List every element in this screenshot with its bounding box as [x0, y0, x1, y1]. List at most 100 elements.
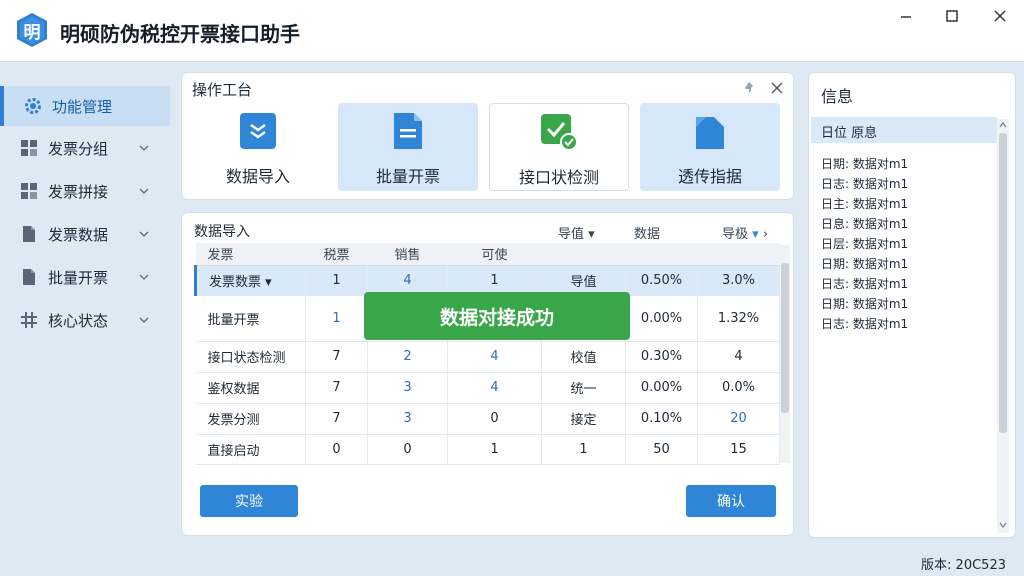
maximize-button[interactable] [938, 5, 966, 27]
table-cell: 0.0% [697, 372, 780, 404]
column-header[interactable]: 销售 [367, 243, 448, 266]
table-cell: 1 [305, 295, 368, 342]
table-cell: 7 [305, 403, 368, 435]
sidebar-item-label: 发票数据 [48, 225, 109, 244]
table-cell: 1 [541, 434, 626, 465]
column-header[interactable] [541, 243, 626, 266]
document-icon [23, 269, 35, 285]
table-row[interactable]: 发票分测 7 3 0 接定 0.10% 20 [195, 403, 780, 435]
table-row[interactable]: 鉴权数据 7 3 4 统一 0.00% 0.0% [195, 372, 780, 404]
scroll-up-icon[interactable] [999, 121, 1007, 129]
sidebar-item-invoice-splice[interactable]: 发票拼接 [0, 171, 170, 211]
sidebar-item-label: 功能管理 [52, 97, 113, 116]
sidebar-item-invoice-data[interactable]: 发票数据 [0, 214, 170, 254]
app-title: 明硕防伪税控开票接口助手 [60, 22, 300, 46]
table-cell: 0.50% [625, 265, 698, 296]
log-line: 日志: 数据对m1 [821, 317, 909, 331]
log-line: 日息: 数据对m1 [821, 217, 909, 231]
column-header[interactable]: 税票 [305, 243, 368, 266]
table-header-row: 发票 税票 销售 可使 [195, 243, 780, 266]
table-scrollbar[interactable] [780, 245, 790, 463]
table-cell: 3 [367, 372, 448, 404]
grid-icon [21, 140, 37, 156]
table-cell: 15 [697, 434, 780, 465]
pin-icon[interactable] [742, 81, 756, 95]
table-row[interactable]: 直接启动 0 0 1 1 50 15 [195, 434, 780, 465]
column-header[interactable] [625, 243, 698, 266]
sidebar-item-label: 发票分组 [48, 139, 109, 158]
info-panel-title: 信息 [821, 87, 854, 106]
info-scrollbar[interactable] [997, 119, 1009, 533]
chevron-down-icon [139, 145, 149, 151]
filter-dropdown-1[interactable]: 导值 ▾ [558, 223, 595, 242]
document-icon [23, 226, 35, 242]
table-panel-title: 数据导入 [194, 224, 250, 240]
info-panel: 信息 日位 原息 日期: 数据对m1 日志: 数据对m1 日主: 数据对m1 日… [808, 72, 1016, 538]
log-line: 日志: 数据对m1 [821, 177, 909, 191]
toolbox-title: 操作工台 [192, 81, 253, 99]
close-icon[interactable] [770, 81, 784, 95]
table-cell: 0.30% [625, 341, 698, 373]
chevron-down-icon [139, 188, 149, 194]
experiment-button[interactable]: 实验 [200, 485, 298, 517]
table-cell: 1 [305, 265, 368, 296]
table-cell: 2 [367, 341, 448, 373]
minimize-icon [901, 16, 911, 18]
confirm-button[interactable]: 确认 [686, 485, 776, 517]
version-label: 版本: 20C523 [921, 558, 1006, 573]
scrollbar-thumb[interactable] [781, 263, 789, 413]
interface-check-button[interactable]: 接口状检测 [489, 103, 629, 191]
table-cell: 3.0% [697, 265, 780, 296]
tool-button-label: 接口状检测 [518, 168, 599, 187]
table-cell: 0.10% [625, 403, 698, 435]
filter-data[interactable]: 数据 [634, 223, 660, 242]
minimize-button[interactable] [892, 5, 920, 27]
sidebar-item-function-management[interactable]: 功能管理 [0, 86, 170, 126]
transparent-data-button[interactable]: 透传指据 [640, 103, 780, 191]
filter-label: 导值 [558, 227, 585, 242]
chevron-down-icon [139, 274, 149, 280]
table-cell: 0.00% [625, 295, 698, 342]
table-cell: 4 [367, 265, 448, 296]
tool-button-label: 数据导入 [225, 167, 290, 186]
log-line: 日主: 数据对m1 [821, 197, 909, 211]
grid-icon [21, 183, 37, 199]
close-button[interactable] [986, 5, 1014, 27]
check-icon [541, 114, 577, 150]
sidebar-item-batch-invoice[interactable]: 批量开票 [0, 257, 170, 297]
maximize-icon [946, 10, 958, 22]
log-line: 日层: 数据对m1 [821, 237, 909, 251]
import-icon [240, 113, 276, 149]
scrollbar-thumb[interactable] [999, 133, 1007, 433]
table-row[interactable]: 接口状态检测 7 2 4 校值 0.30% 4 [195, 341, 780, 373]
sidebar-item-label: 发票拼接 [48, 182, 109, 201]
table-cell: 1 [447, 265, 542, 296]
app-logo-icon: 明 [16, 12, 48, 48]
table-cell: 4 [447, 341, 542, 373]
sidebar-item-core-status[interactable]: 核心状态 [0, 300, 170, 340]
sidebar: 功能管理 发票分组 发票拼接 发票数据 批量开票 核心状态 [0, 80, 170, 550]
sidebar-item-invoice-group[interactable]: 发票分组 [0, 128, 170, 168]
table-cell: 鉴权数据 [195, 372, 306, 404]
column-header[interactable]: 发票 [195, 243, 306, 266]
scroll-down-icon[interactable] [999, 521, 1007, 529]
table-cell: 1 [447, 434, 542, 465]
toolbox-panel: 操作工台 数据导入 批量开票 接口状检测 透传指据 [181, 72, 794, 200]
table-cell: 接定 [541, 403, 626, 435]
log-line: 日期: 数据对m1 [821, 157, 909, 171]
table-cell: 发票分测 [195, 403, 306, 435]
log-line: 日志: 数据对m1 [821, 277, 909, 291]
column-header[interactable]: 可使 [447, 243, 542, 266]
table-cell: 50 [625, 434, 698, 465]
log-line: 日期: 数据对m1 [821, 257, 909, 271]
batch-invoice-button[interactable]: 批量开票 [338, 103, 478, 191]
filter-dropdown-2[interactable]: 导极 ▾ › [722, 223, 768, 242]
data-import-button[interactable]: 数据导入 [188, 103, 328, 191]
column-header[interactable] [697, 243, 780, 266]
table-row[interactable]: 发票数票 ▾ 1 4 1 导值 0.50% 3.0% [194, 265, 780, 296]
sidebar-item-label: 核心状态 [48, 311, 109, 330]
status-bar: 版本: 20C523 [0, 550, 1024, 576]
table-panel: 数据导入 导值 ▾ 数据 导极 ▾ › 发票 税票 销售 可使 发票数票 ▾ 1 [181, 212, 794, 536]
table-cell: 0 [447, 403, 542, 435]
table-cell: 1.32% [697, 295, 780, 342]
